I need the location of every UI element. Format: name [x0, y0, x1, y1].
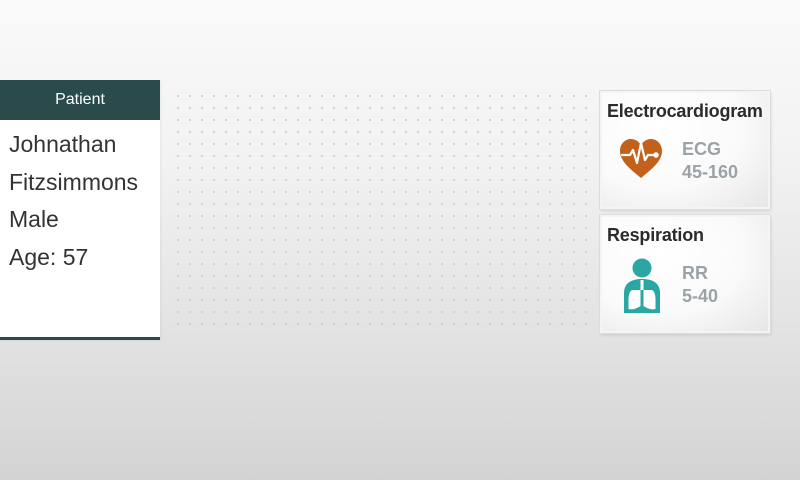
- patient-first-name: Johnathan: [9, 131, 117, 157]
- patient-last-name: Fitzsimmons: [9, 168, 139, 195]
- person-lungs-icon: [618, 257, 664, 317]
- vital-card-ecg[interactable]: Electrocardiogram ECG 45-160: [600, 91, 770, 209]
- vital-code: RR: [682, 263, 708, 283]
- patient-sex: Male: [9, 206, 59, 232]
- patient-info: Johnathan Fitzsimmons Male Age: 57: [0, 120, 160, 276]
- vital-range: 5-40: [682, 286, 719, 306]
- vital-title: Electrocardiogram: [607, 101, 763, 121]
- dotted-grid-background: [170, 88, 594, 328]
- vital-card-respiration[interactable]: Respiration RR 5-40: [600, 215, 770, 333]
- vital-code: ECG: [682, 139, 722, 159]
- patient-panel: Patient Johnathan Fitzsimmons Male Age: …: [0, 80, 160, 340]
- vital-title: Respiration: [607, 225, 704, 245]
- heart-pulse-icon: [618, 133, 664, 193]
- vital-range: 45-160: [682, 162, 739, 182]
- patient-panel-header: Patient: [0, 80, 160, 120]
- patient-age: Age: 57: [9, 243, 89, 270]
